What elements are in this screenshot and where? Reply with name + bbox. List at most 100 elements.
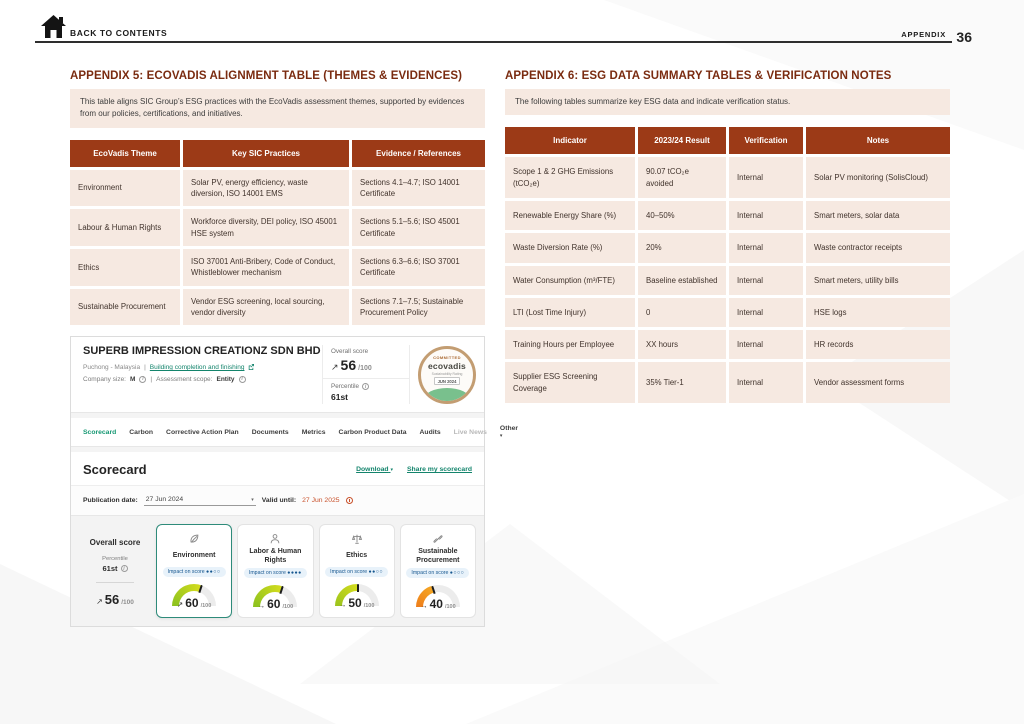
info-icon[interactable]: i <box>362 383 369 390</box>
column-header: EcoVadis Theme <box>70 140 180 167</box>
appendix6-section: APPENDIX 6: ESG DATA SUMMARY TABLES & VE… <box>505 70 950 403</box>
scorecard-nav: Scorecard Carbon Corrective Action Plan Doc… <box>71 418 484 447</box>
people-icon <box>269 532 281 545</box>
table-cell: 20% <box>638 233 726 262</box>
appendix5-intro: This table aligns SIC Group’s ESG practi… <box>70 89 485 128</box>
scorecard-tabs: Scorecard Carbon Corrective Action Plan Doc… <box>83 429 487 436</box>
table-cell: Solar PV monitoring (SolisCloud) <box>806 157 950 198</box>
table-body: Scope 1 & 2 GHG Emissions (tCO₂e) 90.07 … <box>505 157 950 403</box>
score-suffix: /100 <box>358 365 372 372</box>
info-icon[interactable]: i <box>121 565 128 572</box>
table-cell: XX hours <box>638 330 726 359</box>
theme-card-labor-human-rights[interactable]: Labor & Human Rights Impact on score ●●●… <box>237 524 313 618</box>
share-scorecard-link[interactable]: Share my scorecard <box>407 466 472 473</box>
publication-date-label: Publication date: <box>83 497 138 504</box>
badge-green-arc <box>424 388 470 404</box>
theme-card-environment[interactable]: Environment Impact on score ●●○○ ↗60/100 <box>156 524 232 618</box>
table-cell: Sections 5.1–5.6; ISO 45001 Certificate <box>352 209 485 246</box>
table-cell: Sections 4.1–4.7; ISO 14001 Certificate <box>352 170 485 207</box>
overall-score-label: Overall score <box>331 348 401 355</box>
company-location: Puchong - Malaysia <box>83 364 140 371</box>
download-button[interactable]: Download ▾ <box>356 466 393 473</box>
industry-link[interactable]: Building completion and finishing <box>150 364 245 371</box>
table-row: Training Hours per Employee XX hours Int… <box>505 330 950 359</box>
trend-icon: → <box>420 601 428 610</box>
table-row: LTI (Lost Time Injury) 0 Internal HSE lo… <box>505 298 950 327</box>
table-cell: Vendor assessment forms <box>806 362 950 403</box>
table-cell: Training Hours per Employee <box>505 330 635 359</box>
table-cell: Internal <box>729 157 803 198</box>
info-icon[interactable]: i <box>239 376 246 383</box>
scorecard-tab[interactable]: Live News <box>454 429 487 436</box>
theme-score: 50 <box>348 596 361 610</box>
score-suffix: /100 <box>445 604 456 610</box>
column-header: Evidence / References <box>352 140 485 167</box>
overall-score-value: 56 <box>341 357 357 373</box>
percentile-value: 61st <box>102 564 117 573</box>
theme-card-ethics[interactable]: Ethics Impact on score ●●○○ →50/100 <box>319 524 395 618</box>
table-cell: Internal <box>729 330 803 359</box>
scorecard-tab[interactable]: Metrics <box>302 429 326 436</box>
table-body: Environment Solar PV, energy efficiency,… <box>70 170 485 325</box>
scorecard-tab[interactable]: Audits <box>420 429 441 436</box>
theme-name: Environment <box>173 548 216 564</box>
scorecard-tab[interactable]: Corrective Action Plan <box>166 429 239 436</box>
overall-score-panel: Overall score ↗ 56 /100 Percentilei 61st <box>322 345 410 404</box>
table-cell: Scope 1 & 2 GHG Emissions (tCO₂e) <box>505 157 635 198</box>
table-cell: Environment <box>70 170 180 207</box>
section-label: APPENDIX <box>901 30 946 39</box>
leaf-icon <box>188 532 200 545</box>
table-cell: Smart meters, utility bills <box>806 266 950 295</box>
column-header: Verification <box>729 127 803 154</box>
table-row: Environment Solar PV, energy efficiency,… <box>70 170 485 207</box>
scorecard-tab[interactable]: Carbon <box>129 429 153 436</box>
table-cell: Vendor ESG screening, local sourcing, ve… <box>183 289 349 326</box>
company-header-card: SUPERB IMPRESSION CREATIONZ SDN BHD Puch… <box>71 337 484 413</box>
theme-score: 60 <box>185 596 198 610</box>
company-size-value: M <box>130 376 135 383</box>
scope-label: Assessment scope: <box>156 376 212 383</box>
scorecard-section-header: Scorecard Download ▾ Share my scorecard <box>71 452 484 486</box>
info-icon[interactable]: i <box>139 376 146 383</box>
theme-card-sustainable-procurement[interactable]: Sustainable Procurement Impact on score … <box>400 524 476 618</box>
valid-until-date: 27 Jun 2025 <box>302 497 339 504</box>
badge-subtitle: Sustainability Rating <box>432 372 463 376</box>
table-cell: Ethics <box>70 249 180 286</box>
table-row: Supplier ESG Screening Coverage 35% Tier… <box>505 362 950 403</box>
back-to-contents-link[interactable]: BACK TO CONTENTS <box>70 28 167 38</box>
theme-name: Sustainable Procurement <box>405 548 471 565</box>
table-cell: ISO 37001 Anti-Bribery, Code of Conduct,… <box>183 249 349 286</box>
table-cell: Internal <box>729 298 803 327</box>
overall-score-value: 56 <box>105 592 119 607</box>
tab-other[interactable]: Other ▾ <box>500 425 518 439</box>
report-page: BACK TO CONTENTS APPENDIX 36 APPENDIX 5:… <box>0 0 1024 724</box>
table-cell: Internal <box>729 266 803 295</box>
publication-row: Publication date: 27 Jun 2024 ▾ Valid un… <box>71 486 484 516</box>
appendix6-title: APPENDIX 6: ESG DATA SUMMARY TABLES & VE… <box>505 70 950 82</box>
trend-icon: → <box>258 601 266 610</box>
table-cell: 40–50% <box>638 201 726 230</box>
scorecard-tab[interactable]: Documents <box>252 429 289 436</box>
score-suffix: /100 <box>364 603 375 609</box>
theme-score: 40 <box>430 597 443 611</box>
trend-up-icon: ↗ <box>331 362 339 373</box>
home-icon[interactable] <box>40 14 67 39</box>
page-header: BACK TO CONTENTS APPENDIX 36 <box>0 0 1024 50</box>
trend-icon: ↗ <box>177 600 183 609</box>
page-number: 36 <box>956 29 972 45</box>
table-row: Scope 1 & 2 GHG Emissions (tCO₂e) 90.07 … <box>505 157 950 198</box>
ecovadis-scorecard-screenshot: SUPERB IMPRESSION CREATIONZ SDN BHD Puch… <box>70 336 485 627</box>
table-row: Labour & Human Rights Workforce diversit… <box>70 209 485 246</box>
company-name: SUPERB IMPRESSION CREATIONZ SDN BHD <box>83 345 363 359</box>
table-cell: Supplier ESG Screening Coverage <box>505 362 635 403</box>
publication-date-select[interactable]: 27 Jun 2024 ▾ <box>144 495 256 506</box>
impact-badge: Impact on score ●●○○ <box>325 567 388 577</box>
score-suffix: /100 <box>201 603 212 609</box>
scorecard-tab[interactable]: Scorecard <box>83 429 116 436</box>
badge-level: COMMITTED <box>433 355 461 360</box>
separator: | <box>150 376 152 383</box>
scorecard-tab[interactable]: Carbon Product Data <box>339 429 407 436</box>
table-cell: Sections 7.1–7.5; Sustainable Procuremen… <box>352 289 485 326</box>
chevron-down-icon: ▾ <box>390 467 393 473</box>
external-link-icon <box>248 364 254 370</box>
